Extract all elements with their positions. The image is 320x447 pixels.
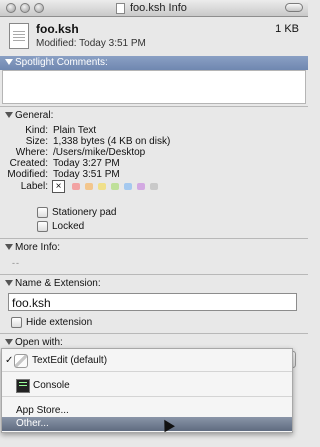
size-key: Size: xyxy=(25,136,48,147)
label-none-button[interactable]: × xyxy=(52,180,65,193)
menu-item-label: App Store... xyxy=(16,405,69,416)
textedit-app-icon xyxy=(14,354,28,368)
label-color-swatch[interactable] xyxy=(85,183,93,190)
created-key: Created: xyxy=(9,158,48,169)
modified-date: Modified: Today 3:51 PM xyxy=(36,38,146,49)
where-value: /Users/mike/Desktop xyxy=(53,147,146,158)
label-color-swatch[interactable] xyxy=(124,183,132,190)
created-value: Today 3:27 PM xyxy=(53,158,120,169)
locked-checkbox[interactable] xyxy=(37,221,48,232)
stationery-pad-checkbox[interactable] xyxy=(37,207,48,218)
file-header: foo.ksh Modified: Today 3:51 PM 1 KB xyxy=(0,17,308,56)
menu-item-label: TextEdit (default) xyxy=(32,355,108,366)
where-key: Where: xyxy=(15,147,48,158)
label-key: Label: xyxy=(20,181,48,192)
text-file-icon xyxy=(9,23,29,49)
open-with-menu: ✓ TextEdit (default) Console App Store..… xyxy=(1,348,293,433)
menu-separator xyxy=(2,371,292,372)
locked-label: Locked xyxy=(52,221,85,232)
menu-item-app-store[interactable]: App Store... xyxy=(2,404,292,418)
document-icon xyxy=(116,3,125,14)
disclosure-triangle-icon[interactable] xyxy=(5,339,13,345)
section-label: Spotlight Comments: xyxy=(15,57,108,68)
hide-extension-checkbox[interactable] xyxy=(11,317,22,328)
menu-item-console[interactable]: Console xyxy=(2,379,292,393)
menu-separator xyxy=(2,396,292,397)
file-name: foo.ksh xyxy=(36,22,79,36)
disclosure-triangle-icon[interactable] xyxy=(5,244,13,250)
label-color-swatch[interactable] xyxy=(137,183,145,190)
window-title: foo.ksh Info xyxy=(130,2,187,14)
disclosure-triangle-icon[interactable] xyxy=(5,280,13,286)
label-color-swatch[interactable] xyxy=(98,183,106,190)
label-color-swatch[interactable] xyxy=(72,183,80,190)
size-value: 1,338 bytes (4 KB on disk) xyxy=(53,136,171,147)
menu-item-label: Other... xyxy=(16,418,49,429)
modified-key: Modified: xyxy=(7,169,48,180)
section-label: Open with: xyxy=(15,337,63,348)
modified-value: Today 3:51 PM xyxy=(53,169,120,180)
more-info-placeholder: -- xyxy=(12,258,20,268)
menu-item-textedit[interactable]: ✓ TextEdit (default) xyxy=(2,354,292,368)
name-field[interactable]: foo.ksh xyxy=(8,293,297,311)
section-label: More Info: xyxy=(15,242,61,253)
menu-item-other[interactable]: Other... xyxy=(2,417,292,431)
console-app-icon xyxy=(16,379,30,393)
label-color-swatch[interactable] xyxy=(150,183,158,190)
section-label: General: xyxy=(15,110,54,121)
file-size: 1 KB xyxy=(275,23,299,35)
zoom-window-button[interactable] xyxy=(34,3,44,13)
spotlight-comments-field[interactable] xyxy=(2,70,306,104)
close-window-button[interactable] xyxy=(6,3,16,13)
disclosure-triangle-icon[interactable] xyxy=(5,59,13,65)
general-header[interactable]: General: xyxy=(0,109,308,123)
minimize-window-button[interactable] xyxy=(20,3,30,13)
toolbar-toggle-button[interactable] xyxy=(285,3,303,12)
divider xyxy=(0,106,308,107)
hide-extension-label: Hide extension xyxy=(26,317,93,328)
kind-value: Plain Text xyxy=(53,125,97,136)
label-color-swatch[interactable] xyxy=(111,183,119,190)
checkmark-icon: ✓ xyxy=(5,355,14,366)
section-label: Name & Extension: xyxy=(15,278,101,289)
kind-key: Kind: xyxy=(25,125,48,136)
more-info-header[interactable]: More Info: xyxy=(0,241,308,255)
disclosure-triangle-icon[interactable] xyxy=(5,112,13,118)
divider xyxy=(0,238,308,239)
divider xyxy=(0,274,308,275)
title-bar: foo.ksh Info xyxy=(0,0,308,17)
divider xyxy=(0,333,308,334)
spotlight-comments-header[interactable]: Spotlight Comments: xyxy=(0,56,308,70)
menu-item-label: Console xyxy=(33,380,70,391)
name-extension-header[interactable]: Name & Extension: xyxy=(0,277,308,291)
stationery-pad-label: Stationery pad xyxy=(52,207,117,218)
